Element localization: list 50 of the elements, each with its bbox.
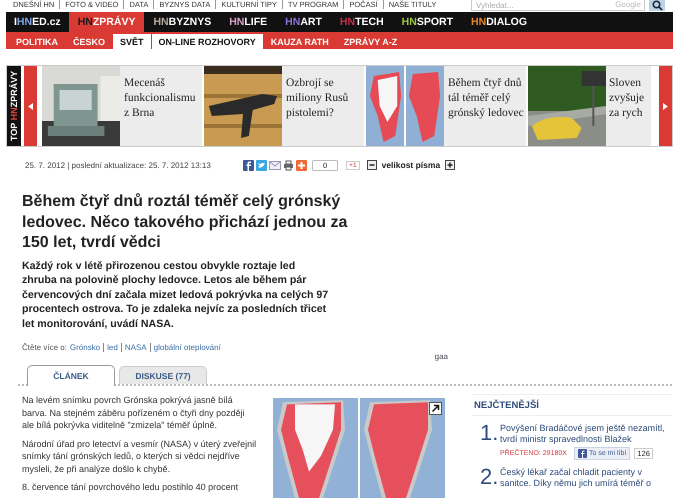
- note-text: gaa: [434, 352, 448, 361]
- font-size-label: velikost písma: [382, 160, 440, 170]
- subsection-tab[interactable]: POLITIKA: [9, 34, 65, 49]
- tag-link[interactable]: led: [103, 343, 118, 352]
- plus-icon[interactable]: [445, 160, 456, 170]
- most-read-link[interactable]: Český lékař začal chladit pacienty v sanitce. Díky němu jich umírá téměř o: [500, 467, 672, 488]
- article-lead: Každý rok v létě přirozenou cestou obvykle roztaje led zhruba na polovině plochy ledovce. Letos ale během pár červencových dní začala mizet ledová pokrývka na celých 97 procentech ostrova. To je zdaleka nejvíc za posledních třicet let monitorování, uvádí NASA.: [22, 258, 330, 331]
- section-tab[interactable]: HNART: [276, 12, 331, 32]
- tag-link[interactable]: globální oteplování: [150, 343, 221, 352]
- article-tab[interactable]: DISKUSE (77): [119, 366, 207, 384]
- carousel-headline[interactable]: Mecenáš funkcionalismu z Brna: [120, 66, 202, 146]
- article-tab[interactable]: ČLÁNEK: [27, 365, 115, 386]
- site-logo[interactable]: IHNED.cz: [6, 12, 69, 32]
- search-icon: [652, 0, 662, 11]
- search-button[interactable]: [649, 0, 665, 11]
- search-provider: Google: [615, 0, 641, 10]
- facebook-icon[interactable]: [243, 160, 254, 170]
- subsection-tab[interactable]: KAUZA RATH: [264, 34, 336, 49]
- tag-link[interactable]: Grónsko: [70, 343, 100, 352]
- section-tab[interactable]: HNDIALOG: [462, 12, 536, 32]
- subsection-tab[interactable]: ZPRÁVY A-Z: [336, 34, 404, 49]
- rank-number: 1.: [480, 423, 498, 447]
- right-arrow-icon: [663, 102, 668, 110]
- article-title: Během čtyř dnů roztál téměř celý grónský ledovec. Něco takového přichází jednou za 150 let, tvrdí vědci: [22, 192, 348, 253]
- subsection-tab[interactable]: ČESKO: [66, 34, 112, 49]
- article-paragraph: Národní úřad pro letectví a vesmír (NASA) v úterý zveřejnil snímky tání grónských ledů, o kterých si vědci nejdříve mysleli, že při analýze došlo k chybě.: [22, 438, 258, 475]
- subsection-tab[interactable]: ON-LINE ROZHOVORY: [152, 34, 263, 49]
- carousel-headline[interactable]: Ozbrojí se miliony Rusů pistolemi?: [282, 66, 364, 146]
- most-read-title: NEJČTENĚJŠÍ: [472, 394, 672, 416]
- rank-number: 2.: [480, 467, 498, 488]
- most-read-link[interactable]: Povýšení Bradáčové jsem ještě nezamítl, tvrdí ministr spravedlnosti Blažek: [500, 423, 672, 444]
- article-date: 25. 7. 2012 | poslední aktualizace: 25. 7. 2012 13:13: [25, 160, 212, 170]
- carousel-label: TOP HNZPRÁVY: [7, 66, 21, 146]
- section-tab[interactable]: HNBYZNYS: [144, 12, 220, 32]
- tag-link[interactable]: NASA: [120, 343, 147, 352]
- article-paragraph: 8. července tání povrchového ledu postihlo 40 procent: [22, 481, 240, 494]
- section-tab[interactable]: HNLIFE: [220, 12, 276, 32]
- section-tab[interactable]: HNTECH: [330, 12, 393, 32]
- carousel-headline[interactable]: Během čtyř dnů tál téměř celý grónský ledovec: [444, 66, 526, 146]
- section-tab[interactable]: HNSPORT: [392, 12, 462, 32]
- article-paragraph: Na levém snímku povrch Grónska pokrývá jasně bílá barva. Na stejném záběru pořízeném o čtyři dny později ale bílá pokrývka viditelně "zmizela" téměř úplně.: [22, 394, 246, 432]
- subsection-tab[interactable]: SVĚT: [113, 34, 151, 49]
- minus-icon[interactable]: [366, 160, 377, 170]
- carousel-headline[interactable]: Sloven zvyšuje za rych: [606, 66, 651, 146]
- section-tab[interactable]: HNZPRÁVY: [68, 12, 144, 32]
- left-arrow-icon: [28, 102, 33, 110]
- expand-icon[interactable]: [429, 402, 442, 415]
- print-icon[interactable]: [283, 160, 294, 170]
- tags-label: Čtěte více o:: [22, 343, 67, 352]
- facebook-icon: [578, 449, 587, 458]
